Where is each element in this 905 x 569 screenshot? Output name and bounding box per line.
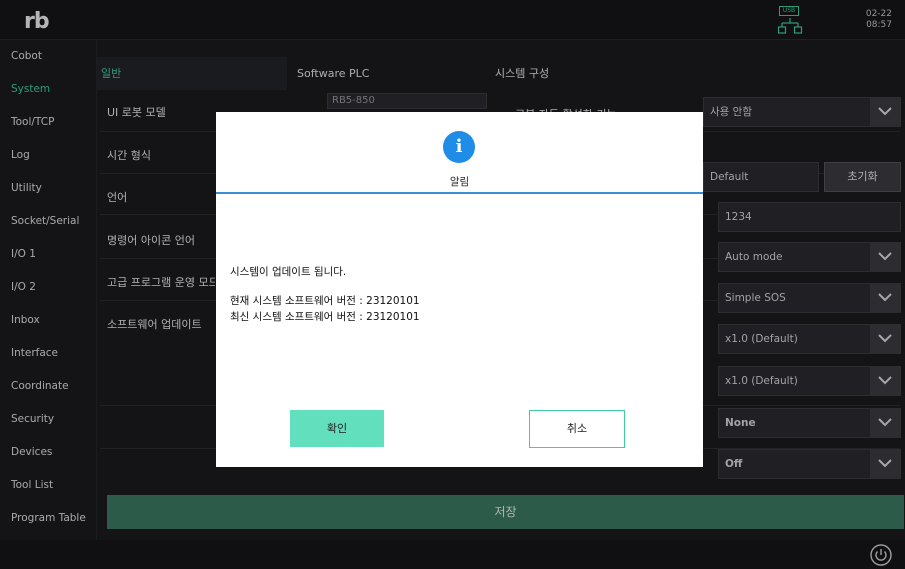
dialog-message: 시스템이 업데이트 됩니다. <box>230 266 347 278</box>
cancel-button[interactable]: 취소 <box>529 410 625 448</box>
confirm-button[interactable]: 확인 <box>290 410 384 447</box>
current-version-text: 현재 시스템 소프트웨어 버전 : 23120101 <box>230 295 420 307</box>
notification-dialog: i 알림 시스템이 업데이트 됩니다. 현재 시스템 소프트웨어 버전 : 23… <box>216 112 703 467</box>
info-icon: i <box>443 131 475 163</box>
dialog-divider <box>216 192 703 194</box>
dialog-title: 알림 <box>449 176 470 188</box>
app-root: rb USB 02-22 08:57 Cobot System Tool/TCP <box>0 0 905 569</box>
latest-version-text: 최신 시스템 소프트웨어 버전 : 23120101 <box>230 311 420 323</box>
